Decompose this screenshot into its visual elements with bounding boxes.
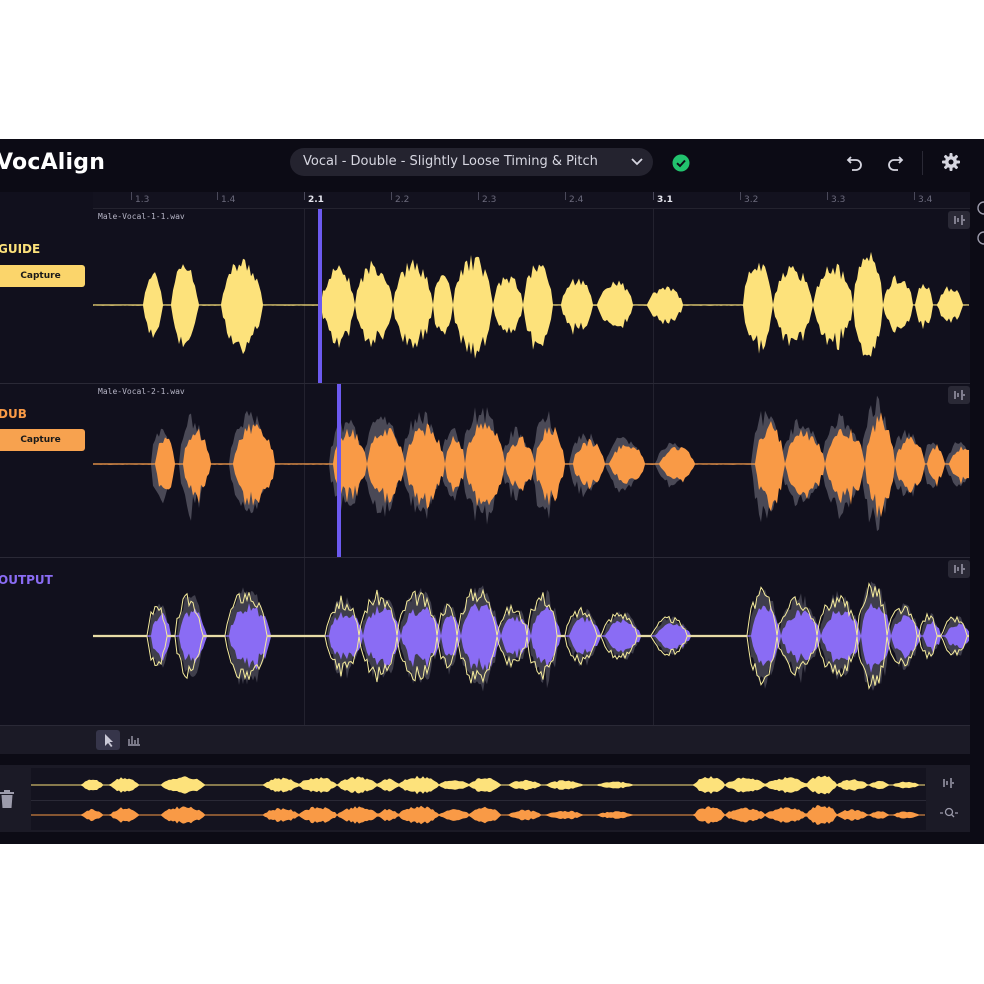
overview-panel xyxy=(0,765,970,832)
dub-file-name: Male-Vocal-2-1.wav xyxy=(98,387,185,396)
track-panel: GUIDE Capture DUB Capture OUTPUT xyxy=(0,209,94,725)
waveform-tool-icon xyxy=(954,215,965,225)
guide-waveform xyxy=(93,251,969,359)
ruler-tick: 3.4 xyxy=(913,192,933,205)
dub-label: DUB xyxy=(0,407,27,421)
output-lane-tool-button[interactable] xyxy=(948,560,970,578)
ruler-tick: 3.1 xyxy=(653,192,673,205)
guide-file-name: Male-Vocal-1-1.wav xyxy=(98,212,185,221)
ruler-tick: 3.3 xyxy=(826,192,846,205)
guide-capture-button[interactable]: Capture xyxy=(0,265,85,287)
dub-waveform xyxy=(93,395,969,532)
editor-area: 1.3 1.4 2.1 2.2 2.3 2.4 3.1 3.2 3.3 3.4 … xyxy=(0,192,970,754)
redo-icon[interactable] xyxy=(886,153,904,171)
output-lane[interactable] xyxy=(93,558,970,725)
undo-icon[interactable] xyxy=(846,153,864,171)
ruler-tick: 1.4 xyxy=(216,192,236,205)
guide-playhead[interactable] xyxy=(318,209,322,383)
overview-divider xyxy=(31,800,926,801)
waveform-tool-icon[interactable] xyxy=(940,775,958,791)
overview-waveform xyxy=(31,775,925,825)
overview-waveforms[interactable] xyxy=(31,768,926,830)
vocalign-window: VocAlign Vocal - Double - Slightly Loose… xyxy=(0,139,984,844)
output-label: OUTPUT xyxy=(0,573,53,587)
waveform-tool-icon xyxy=(954,390,965,400)
side-scroll-handle[interactable] xyxy=(972,192,984,312)
ruler-tick: 2.2 xyxy=(390,192,410,205)
lane-toolbar xyxy=(0,725,970,754)
header-divider xyxy=(922,151,923,175)
ruler-tick: 1.3 xyxy=(130,192,150,205)
dub-lane-tool-button[interactable] xyxy=(948,386,970,404)
output-waveform xyxy=(93,581,969,692)
timeline-ruler[interactable]: 1.3 1.4 2.1 2.2 2.3 2.4 3.1 3.2 3.3 3.4 xyxy=(93,192,970,209)
preset-label: Vocal - Double - Slightly Loose Timing &… xyxy=(303,154,598,169)
dub-playhead[interactable] xyxy=(337,384,341,557)
dub-capture-button[interactable]: Capture xyxy=(0,429,85,451)
dub-lane[interactable]: Male-Vocal-2-1.wav xyxy=(93,384,970,557)
select-tool-button[interactable] xyxy=(96,730,120,750)
guide-lane-tool-button[interactable] xyxy=(948,211,970,229)
bars-tool-icon[interactable] xyxy=(124,730,144,750)
app-title: VocAlign xyxy=(0,150,106,175)
guide-lane[interactable]: Male-Vocal-1-1.wav xyxy=(93,209,970,383)
preset-dropdown[interactable]: Vocal - Double - Slightly Loose Timing &… xyxy=(290,148,653,176)
gear-icon[interactable] xyxy=(942,153,960,171)
ruler-tick: 2.1 xyxy=(304,192,324,205)
chevron-down-icon xyxy=(631,158,643,166)
ruler-tick: 2.4 xyxy=(564,192,584,205)
guide-label: GUIDE xyxy=(0,242,41,256)
ruler-tick: 3.2 xyxy=(739,192,759,205)
ruler-tick: 2.3 xyxy=(477,192,497,205)
check-circle-icon xyxy=(672,154,690,172)
trash-icon[interactable] xyxy=(0,789,16,809)
zoom-icon[interactable] xyxy=(938,805,960,821)
waveform-tool-icon xyxy=(954,564,965,574)
cursor-icon xyxy=(105,734,113,747)
header-bar: VocAlign Vocal - Double - Slightly Loose… xyxy=(0,139,984,187)
